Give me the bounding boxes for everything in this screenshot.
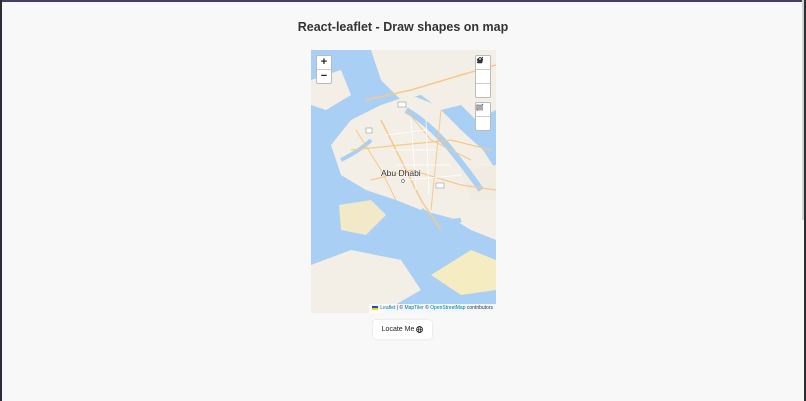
trash-icon xyxy=(477,104,483,111)
map-tiles xyxy=(311,50,496,313)
maptiler-link[interactable]: MapTiler xyxy=(404,305,423,311)
zoom-out-button[interactable]: − xyxy=(317,69,331,83)
zoom-control: + − xyxy=(316,55,332,84)
attribution-end: contributors xyxy=(465,305,493,311)
land-south-west xyxy=(339,200,386,235)
draw-polygon-button[interactable] xyxy=(476,56,490,83)
openstreetmap-link[interactable]: OpenStreetMap xyxy=(430,305,465,311)
delete-layers-button[interactable] xyxy=(476,104,490,130)
window-left-edge xyxy=(0,0,2,401)
marker-icon xyxy=(477,57,483,64)
map-attribution: Leaflet | © MapTiler © OpenStreetMap con… xyxy=(369,304,496,313)
highway-shield-1 xyxy=(397,101,407,108)
city-center-dot xyxy=(401,179,405,183)
highway-shield-3 xyxy=(435,182,445,189)
draw-toolbar xyxy=(475,55,491,98)
city-label: Abu Dhabi xyxy=(381,168,421,178)
zoom-in-button[interactable]: + xyxy=(317,56,331,69)
leaflet-link[interactable]: Leaflet xyxy=(380,305,395,311)
window-top-border xyxy=(0,0,806,2)
draw-marker-button[interactable] xyxy=(476,57,490,97)
edit-toolbar xyxy=(475,102,491,131)
ukraine-flag-icon xyxy=(372,305,379,310)
highway-shield-2 xyxy=(365,127,373,134)
map-container[interactable]: Abu Dhabi + − Leaflet | © MapTiler © Ope… xyxy=(311,50,496,313)
page-title: React-leaflet - Draw shapes on map xyxy=(297,20,509,34)
globe-icon xyxy=(416,326,424,333)
locate-me-button[interactable]: Locate Me xyxy=(373,320,432,339)
land-south-beach xyxy=(431,250,496,295)
locate-me-label: Locate Me xyxy=(381,326,415,333)
